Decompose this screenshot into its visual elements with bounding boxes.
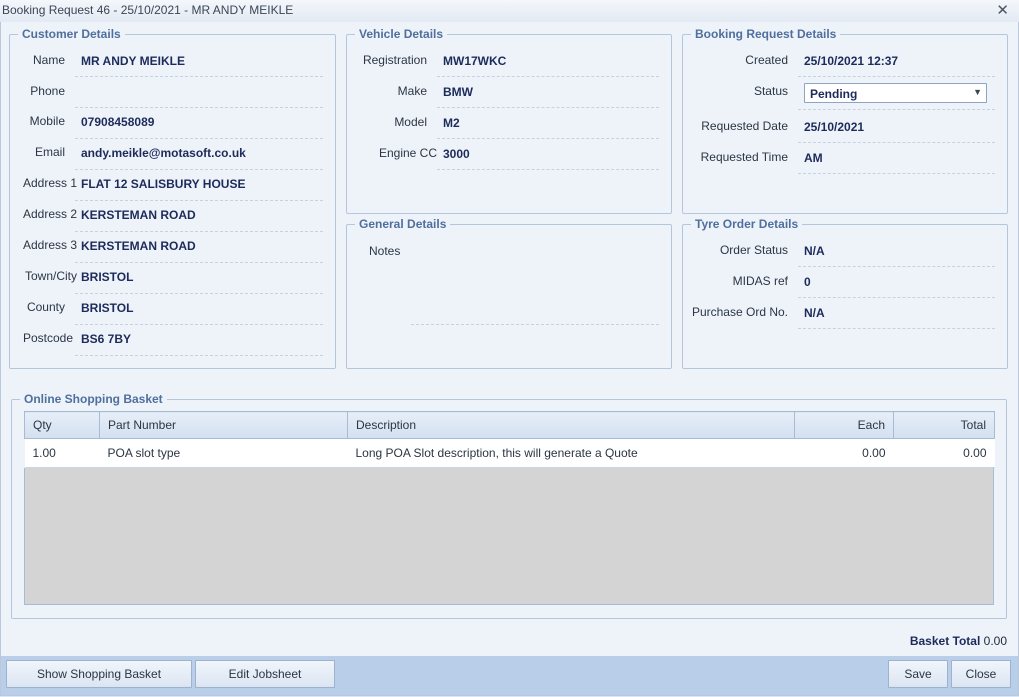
- close-icon[interactable]: ✕: [996, 1, 1009, 19]
- customer-email-value[interactable]: andy.meikle@motasoft.co.uk: [81, 146, 246, 160]
- customer-mobile-value[interactable]: 07908458089: [81, 115, 154, 129]
- edit-jobsheet-button[interactable]: Edit Jobsheet: [195, 660, 335, 688]
- title-bar: Booking Request 46 - 25/10/2021 - MR AND…: [0, 0, 1019, 23]
- table-header-row: Qty Part Number Description Each Total: [24, 411, 995, 439]
- basket-table: Qty Part Number Description Each Total 1…: [24, 411, 995, 468]
- chevron-down-icon: ▼: [973, 87, 982, 97]
- customer-label: Address 2: [22, 207, 77, 221]
- customer-county-value[interactable]: BRISTOL: [81, 301, 133, 315]
- customer-postcode-value[interactable]: BS6 7BY: [81, 332, 131, 346]
- general-details-legend: General Details: [359, 217, 447, 231]
- vehicle-label: Registration: [362, 53, 427, 67]
- tyre-order-legend: Tyre Order Details: [695, 217, 799, 231]
- status-selected-value: Pending: [810, 87, 858, 101]
- dialog-body: Customer Details Name MR ANDY MEIKLE Pho…: [0, 22, 1019, 696]
- status-select[interactable]: Pending ▼: [804, 83, 987, 103]
- vehicle-engine-value[interactable]: 3000: [443, 147, 470, 161]
- button-bar: Show Shopping Basket Edit Jobsheet Save …: [1, 656, 1018, 695]
- basket-total-value: 0.00: [983, 634, 1007, 648]
- basket-total-label: Basket Total: [909, 634, 981, 648]
- vehicle-model-value[interactable]: M2: [443, 116, 460, 130]
- cell-part-number: POA slot type: [99, 438, 348, 468]
- customer-label: Mobile: [29, 114, 65, 128]
- order-status-value[interactable]: N/A: [804, 244, 825, 258]
- vehicle-registration-value[interactable]: MW17WKC: [443, 54, 506, 68]
- cell-qty: 1.00: [24, 438, 100, 468]
- customer-name-value[interactable]: MR ANDY MEIKLE: [81, 54, 185, 68]
- customer-address1-value[interactable]: FLAT 12 SALISBURY HOUSE: [81, 177, 245, 191]
- purchase-order-label: Purchase Ord No.: [691, 305, 788, 319]
- window-title: Booking Request 46 - 25/10/2021 - MR AND…: [2, 3, 294, 17]
- vehicle-label: Engine CC: [378, 146, 437, 160]
- table-row[interactable]: 1.00 POA slot type Long POA Slot descrip…: [24, 438, 995, 468]
- basket-empty-area: [24, 468, 994, 605]
- customer-details-group: Customer Details: [9, 27, 336, 369]
- midas-ref-label: MIDAS ref: [732, 274, 788, 288]
- customer-label: Address 1: [22, 176, 77, 190]
- vehicle-label: Make: [397, 84, 427, 98]
- column-header-each[interactable]: Each: [794, 411, 894, 439]
- show-shopping-basket-button[interactable]: Show Shopping Basket: [6, 660, 192, 688]
- cell-description: Long POA Slot description, this will gen…: [347, 438, 795, 468]
- cell-each: 0.00: [794, 438, 894, 468]
- close-button[interactable]: Close: [951, 660, 1011, 688]
- requested-time-label: Requested Time: [700, 150, 788, 164]
- customer-label: Town/City: [24, 269, 77, 283]
- created-value[interactable]: 25/10/2021 12:37: [804, 54, 898, 68]
- column-header-total[interactable]: Total: [893, 411, 995, 439]
- save-button[interactable]: Save: [888, 660, 948, 688]
- column-header-qty[interactable]: Qty: [24, 411, 100, 439]
- midas-ref-value[interactable]: 0: [804, 275, 811, 289]
- customer-label: Phone: [30, 84, 65, 98]
- column-header-part-number[interactable]: Part Number: [99, 411, 348, 439]
- customer-address3-value[interactable]: KERSTEMAN ROAD: [81, 239, 196, 253]
- vehicle-details-legend: Vehicle Details: [359, 27, 444, 41]
- order-status-label: Order Status: [719, 243, 788, 257]
- customer-address2-value[interactable]: KERSTEMAN ROAD: [81, 208, 196, 222]
- requested-date-value[interactable]: 25/10/2021: [804, 120, 864, 134]
- customer-details-legend: Customer Details: [22, 27, 121, 41]
- booking-details-legend: Booking Request Details: [695, 27, 837, 41]
- column-header-description[interactable]: Description: [347, 411, 795, 439]
- shopping-basket-legend: Online Shopping Basket: [24, 392, 163, 406]
- created-label: Created: [745, 53, 788, 67]
- customer-town-value[interactable]: BRISTOL: [81, 270, 133, 284]
- basket-total: Basket Total 0.00: [910, 634, 1007, 648]
- cell-total: 0.00: [893, 438, 995, 468]
- status-label: Status: [753, 84, 788, 98]
- requested-date-label: Requested Date: [701, 119, 788, 133]
- requested-time-value[interactable]: AM: [804, 151, 823, 165]
- general-details-group: General Details: [346, 217, 672, 369]
- customer-label: Address 3: [22, 238, 77, 252]
- tyre-order-group: Tyre Order Details: [682, 217, 1008, 369]
- notes-label: Notes: [369, 244, 401, 258]
- customer-label: Postcode: [22, 331, 73, 345]
- purchase-order-value[interactable]: N/A: [804, 306, 825, 320]
- vehicle-make-value[interactable]: BMW: [443, 85, 473, 99]
- customer-label: Name: [32, 53, 65, 67]
- customer-label: Email: [34, 145, 65, 159]
- customer-label: County: [26, 300, 65, 314]
- vehicle-label: Model: [394, 115, 427, 129]
